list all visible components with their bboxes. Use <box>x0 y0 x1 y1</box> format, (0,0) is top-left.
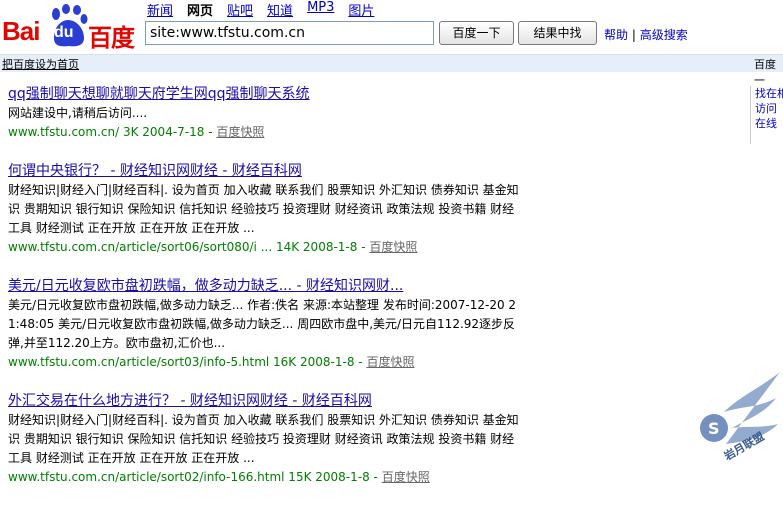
separator: | <box>631 28 636 42</box>
cache-link[interactable]: 百度快照 <box>366 355 414 369</box>
watermark-logo: S 岩月联盟 <box>680 368 783 471</box>
search-button[interactable]: 百度一下 <box>439 21 514 45</box>
logo-text-du: du <box>54 24 74 41</box>
result-url: www.tfstu.com.cn/ 3K 2004-7-18 - 百度快照 <box>8 123 750 141</box>
result-title-link[interactable]: qq强制聊天想聊就聊天府学生网qq强制聊天系统 <box>8 84 750 104</box>
result-url-text: www.tfstu.com.cn/article/sort02/info-166… <box>8 470 378 484</box>
result-item: 美元/日元收复欧市盘初跌幅，做多动力缺乏... - 财经知识网财... 美元/日… <box>8 276 750 371</box>
result-title-link[interactable]: 美元/日元收复欧市盘初跌幅，做多动力缺乏... - 财经知识网财... <box>8 276 750 296</box>
logo-text-bai: Bai <box>2 16 40 46</box>
baidu-logo[interactable]: Bai du 百度 <box>2 2 142 52</box>
nav-web[interactable]: 网页 <box>187 0 213 19</box>
result-title-link[interactable]: 何谓中央银行？ - 财经知识网财经 - 财经百科网 <box>8 161 750 181</box>
sub-bar: 把百度设为首页 百度一 <box>0 54 783 87</box>
result-snippet: 网站建设中,请稍后访问.... <box>8 106 148 120</box>
cache-link[interactable]: 百度快照 <box>369 240 417 254</box>
search-input[interactable] <box>145 21 434 45</box>
right-link-3[interactable]: 在线 <box>755 116 783 131</box>
result-item: qq强制聊天想聊就聊天府学生网qq强制聊天系统 网站建设中,请稍后访问.... … <box>8 84 750 141</box>
result-url-text: www.tfstu.com.cn/ 3K 2004-7-18 - <box>8 125 213 139</box>
result-item: 外汇交易在什么地方进行？ - 财经知识网财经 - 财经百科网 财经知识|财经入门… <box>8 391 750 486</box>
results-list: qq强制聊天想聊就聊天府学生网qq强制聊天系统 网站建设中,请稍后访问.... … <box>8 84 750 506</box>
right-link-2[interactable]: 访问 <box>755 101 783 116</box>
nav-mp3[interactable]: MP3 <box>307 0 334 19</box>
nav-tieba[interactable]: 贴吧 <box>227 0 253 19</box>
svg-text:S: S <box>708 419 720 438</box>
help-links: 帮助 | 高级搜索 <box>604 26 688 43</box>
subbar-right-text: 百度一 <box>754 58 776 87</box>
result-snippet: 财经知识|财经入门|财经百科|. 设为首页 加入收藏 联系我们 股票知识 外汇知… <box>8 183 519 235</box>
result-item: 何谓中央银行？ - 财经知识网财经 - 财经百科网 财经知识|财经入门|财经百科… <box>8 161 750 256</box>
logo-text-cn: 百度 <box>88 24 135 52</box>
result-url: www.tfstu.com.cn/article/sort06/sort080/… <box>8 238 750 256</box>
result-url-text: www.tfstu.com.cn/article/sort03/info-5.h… <box>8 355 363 369</box>
result-snippet: 财经知识|财经入门|财经百科|. 设为首页 加入收藏 联系我们 股票知识 外汇知… <box>8 413 519 465</box>
nav-news[interactable]: 新闻 <box>147 0 173 19</box>
advanced-search-link[interactable]: 高级搜索 <box>640 28 688 42</box>
result-snippet: 美元/日元收复欧市盘初跌幅,做多动力缺乏... 作者:佚名 来源:本站整理 发布… <box>8 298 517 350</box>
cache-link[interactable]: 百度快照 <box>382 470 430 484</box>
search-within-button[interactable]: 结果中找 <box>518 21 597 45</box>
right-column: 找在相 访问 在线 <box>750 86 783 144</box>
result-title-link[interactable]: 外汇交易在什么地方进行？ - 财经知识网财经 - 财经百科网 <box>8 391 750 411</box>
nav-images[interactable]: 图片 <box>348 0 374 19</box>
cache-link[interactable]: 百度快照 <box>216 125 264 139</box>
help-link[interactable]: 帮助 <box>604 28 628 42</box>
result-url-text: www.tfstu.com.cn/article/sort06/sort080/… <box>8 240 366 254</box>
set-homepage-link[interactable]: 把百度设为首页 <box>2 56 79 72</box>
top-nav: 新闻 网页 贴吧 知道 MP3 图片 <box>147 0 374 19</box>
nav-zhidao[interactable]: 知道 <box>267 0 293 19</box>
right-link-1[interactable]: 找在相 <box>755 86 783 101</box>
result-url: www.tfstu.com.cn/article/sort03/info-5.h… <box>8 353 750 371</box>
header: Bai du 百度 新闻 网页 贴吧 知道 MP3 图片 百度一下 结果中找 帮… <box>0 0 783 54</box>
